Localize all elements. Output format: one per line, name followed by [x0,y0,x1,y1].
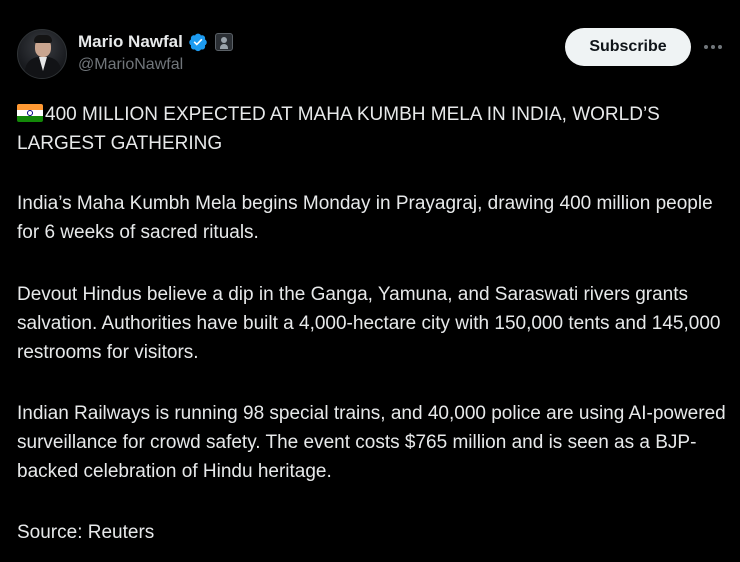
post-paragraph-3: Indian Railways is running 98 special tr… [17,403,726,482]
more-options-icon[interactable] [700,36,726,58]
post-headline: 400 MILLION EXPECTED AT MAHA KUMBH MELA … [17,100,729,158]
india-flag-icon [17,104,43,122]
author-display-name[interactable]: Mario Nawfal [78,32,183,52]
avatar-hair [34,35,52,43]
tweet-card: Mario Nawfal @MarioNawfal Subscribe 400 … [0,0,740,562]
subscribe-button[interactable]: Subscribe [565,28,691,66]
author-avatar[interactable] [17,29,67,79]
post-source: Source: Reuters [17,522,155,543]
author-handle[interactable]: @MarioNawfal [78,56,183,74]
post-headline-text: 400 MILLION EXPECTED AT MAHA KUMBH MELA … [17,104,660,154]
post-paragraph-1: India’s Maha Kumbh Mela begins Monday in… [17,193,713,243]
more-dot [711,45,715,49]
verified-badge-icon [189,33,207,52]
affiliate-badge-icon[interactable] [214,33,233,51]
more-dot [704,45,708,49]
more-dot [718,45,722,49]
author-name-row: Mario Nawfal [78,31,233,53]
post-paragraph-2: Devout Hindus believe a dip in the Ganga… [17,284,721,363]
